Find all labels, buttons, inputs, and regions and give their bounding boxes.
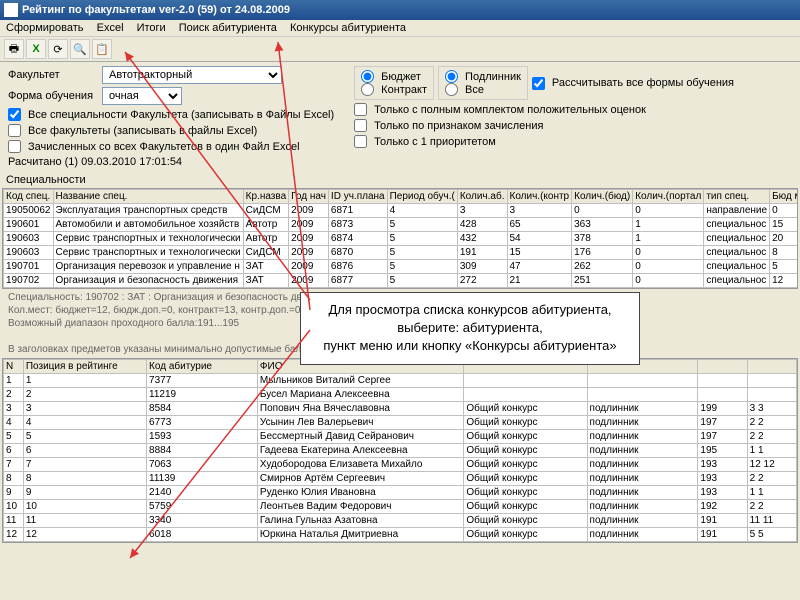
table-row[interactable]: 551593Бессмертный Давид СейрановичОбщий … (4, 430, 797, 444)
col-header[interactable]: Колич.аб. (457, 190, 507, 204)
form-area: Факультет Автотракторный Форма обучения … (0, 62, 800, 172)
col-header[interactable]: Колич.(портал (633, 190, 704, 204)
table-row[interactable]: 190603Сервис транспортных и технологичес… (4, 232, 799, 246)
table-row[interactable]: 117377Мыльников Виталий Сергее (4, 374, 797, 388)
table-row[interactable]: 11113340Галина Гульназ АзатовнаОбщий кон… (4, 514, 797, 528)
app-icon (4, 3, 18, 17)
col-header[interactable]: тип спец. (704, 190, 770, 204)
grid-specialties[interactable]: Код спец.Название спец.Кр.назваГод начID… (2, 188, 798, 289)
table-row[interactable]: 2211219Бусел Мариана Алексеевна (4, 388, 797, 402)
col-header[interactable] (747, 360, 796, 374)
menu-totals[interactable]: Итоги (137, 22, 166, 34)
grid-applicants[interactable]: NПозиция в рейтингеКод абитуриеФИО117377… (2, 358, 798, 543)
menu-contests[interactable]: Конкурсы абитуриента (290, 22, 406, 34)
radio-all[interactable]: Все (445, 83, 521, 96)
window-title: Рейтинг по факультетам ver-2.0 (59) от 2… (22, 4, 290, 16)
faculty-label: Факультет (8, 69, 98, 81)
radio-budget[interactable]: Бюджет (361, 70, 427, 83)
menu-search[interactable]: Поиск абитуриента (179, 22, 277, 34)
radio-contract[interactable]: Контракт (361, 83, 427, 96)
tool-refresh-icon[interactable]: ⟳ (48, 39, 68, 59)
col-header[interactable]: Название спец. (53, 190, 243, 204)
table-row[interactable]: 190702Организация и безопасность движени… (4, 274, 799, 288)
col-header[interactable]: Год нач (289, 190, 329, 204)
col-header[interactable]: Код абитурие (147, 360, 258, 374)
cb-prio[interactable]: Только с 1 приоритетом (354, 135, 734, 148)
col-header[interactable]: N (4, 360, 24, 374)
cb-all-spec[interactable]: Все специальности Факультета (записывать… (8, 108, 334, 121)
grid1-label: Специальности (0, 172, 800, 188)
col-header[interactable]: Кр.назва (243, 190, 288, 204)
col-header[interactable]: Позиция в рейтинге (23, 360, 146, 374)
table-row[interactable]: 190603Сервис транспортных и технологичес… (4, 246, 799, 260)
cb-sign[interactable]: Только по признаком зачисления (354, 119, 734, 132)
col-header[interactable]: ID уч.плана (328, 190, 387, 204)
col-header[interactable]: Колич.(контр (507, 190, 572, 204)
col-header[interactable]: Код спец. (4, 190, 54, 204)
radio-original[interactable]: Подлинник (445, 70, 521, 83)
col-header[interactable]: Период обуч.( (387, 190, 457, 204)
table-row[interactable]: 19050062Эксплуатация транспортных средст… (4, 204, 799, 218)
table-row[interactable]: 190701Организация перевозок и управление… (4, 260, 799, 274)
cb-full[interactable]: Только с полным комплектом положительных… (354, 103, 734, 116)
edu-label: Форма обучения (8, 90, 98, 102)
callout-tooltip: Для просмотра списка конкурсов абитуриен… (300, 292, 640, 365)
col-header[interactable] (698, 360, 747, 374)
table-row[interactable]: 10105759Леонтьев Вадим ФедоровичОбщий ко… (4, 500, 797, 514)
table-row[interactable]: 668884Гадеева Екатерина АлексеевнаОбщий … (4, 444, 797, 458)
cb-all-fac[interactable]: Все факультеты (записывать в файлы Excel… (8, 124, 334, 137)
table-row[interactable]: 777063Худобородова Елизавета МихайлоОбщи… (4, 458, 797, 472)
menubar: Сформировать Excel Итоги Поиск абитуриен… (0, 20, 800, 37)
tool-excel-icon[interactable]: X (26, 39, 46, 59)
tool-print-icon[interactable]: 🖶 (4, 39, 24, 59)
table-row[interactable]: 190601Автомобили и автомобильное хозяйст… (4, 218, 799, 232)
cb-enrolled[interactable]: Зачисленных со всех Факультетов в один Ф… (8, 140, 334, 153)
table-row[interactable]: 446773Усынин Лев ВалерьевичОбщий конкурс… (4, 416, 797, 430)
edu-select[interactable]: очная (102, 87, 182, 105)
table-row[interactable]: 12126018Юркина Наталья ДмитриевнаОбщий к… (4, 528, 797, 542)
table-row[interactable]: 338584Попович Яна ВячеславовнаОбщий конк… (4, 402, 797, 416)
tool-search-icon[interactable]: 🔍 (70, 39, 90, 59)
menu-excel[interactable]: Excel (97, 22, 124, 34)
titlebar: Рейтинг по факультетам ver-2.0 (59) от 2… (0, 0, 800, 20)
toolbar: 🖶 X ⟳ 🔍 📋 (0, 37, 800, 62)
menu-generate[interactable]: Сформировать (6, 22, 84, 34)
table-row[interactable]: 992140Руденко Юлия ИвановнаОбщий конкурс… (4, 486, 797, 500)
col-header[interactable]: Бюд мест (770, 190, 798, 204)
faculty-select[interactable]: Автотракторный (102, 66, 282, 84)
tool-contests-icon[interactable]: 📋 (92, 39, 112, 59)
calc-info: Расчитано (1) 09.03.2010 17:01:54 (8, 156, 334, 168)
col-header[interactable]: Колич.(бюд) (572, 190, 633, 204)
cb-allforms[interactable]: Рассчитывать все формы обучения (532, 77, 734, 90)
table-row[interactable]: 8811139Смирнов Артём СергеевичОбщий конк… (4, 472, 797, 486)
